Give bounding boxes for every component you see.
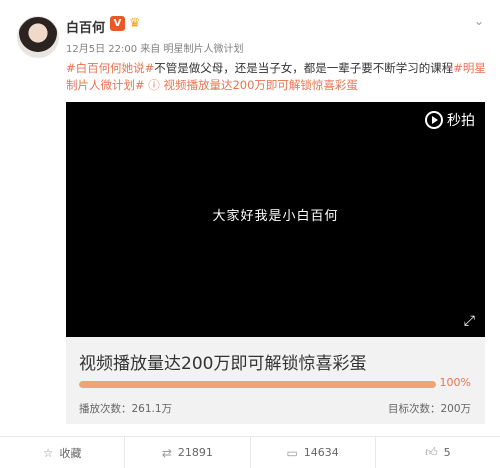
play-count: 播放次数：261.1万 bbox=[79, 403, 173, 415]
post-body-text: 不管是做父母，还是当子女，都是一辈子要不断学习的课程 bbox=[154, 61, 454, 75]
verified-badge-icon: V bbox=[110, 16, 125, 31]
chevron-down-icon[interactable]: ⌄ bbox=[474, 14, 484, 28]
comment-button[interactable]: ▭ 14634 bbox=[251, 437, 376, 468]
video-logo: 秒拍 bbox=[425, 110, 475, 130]
post-text: #白百何何她说#不管是做父母，还是当子女，都是一辈子要不断学习的课程#明星制片人… bbox=[66, 60, 486, 94]
favorite-label: 收藏 bbox=[59, 446, 82, 460]
action-bar: ☆ 收藏 ⇄ 21891 ▭ 14634 👍︎ 5 bbox=[0, 436, 500, 468]
star-icon: ☆ bbox=[42, 445, 54, 460]
video-player[interactable]: 秒拍 大家好我是小白百何 ⤢ bbox=[66, 102, 485, 337]
avatar[interactable] bbox=[17, 16, 59, 58]
progress-bar-fill bbox=[79, 381, 436, 388]
hashtag-link[interactable]: #白百何何她说# bbox=[66, 61, 154, 75]
progress-bar bbox=[79, 381, 436, 388]
like-button[interactable]: 👍︎ 5 bbox=[376, 437, 500, 468]
video-subtitle: 大家好我是小白百何 bbox=[212, 209, 339, 224]
repost-icon: ⇄ bbox=[161, 445, 172, 460]
play-logo-icon bbox=[425, 111, 443, 129]
username[interactable]: 白百何 bbox=[66, 17, 105, 36]
comment-count: 14634 bbox=[303, 446, 339, 459]
like-count: 5 bbox=[443, 446, 451, 459]
comment-icon: ▭ bbox=[286, 445, 298, 460]
target-count: 目标次数：200万 bbox=[387, 403, 471, 415]
expand-icon[interactable]: ⤢ bbox=[464, 313, 475, 329]
favorite-button[interactable]: ☆ 收藏 bbox=[0, 437, 126, 468]
progress-title: 视频播放量达200万即可解锁惊喜彩蛋 bbox=[79, 354, 367, 374]
thumbs-up-icon: 👍︎ bbox=[425, 445, 438, 459]
weibo-post-card: 白百何 V ♛ 12月5日 22:00 来自 明星制片人微计划 ⌄ #白百何何她… bbox=[0, 0, 500, 468]
progress-percent: 100% bbox=[439, 376, 471, 389]
repost-count: 21891 bbox=[177, 446, 213, 459]
progress-panel: 视频播放量达200万即可解锁惊喜彩蛋 100% 播放次数：261.1万 目标次数… bbox=[66, 337, 485, 424]
post-meta: 12月5日 22:00 来自 明星制片人微计划 bbox=[66, 44, 244, 55]
member-crown-icon: ♛ bbox=[129, 16, 141, 31]
video-link[interactable]: ⓘ 视频播放量达200万即可解锁惊喜彩蛋 bbox=[145, 78, 358, 92]
repost-button[interactable]: ⇄ 21891 bbox=[125, 437, 251, 468]
video-logo-text: 秒拍 bbox=[447, 113, 475, 129]
